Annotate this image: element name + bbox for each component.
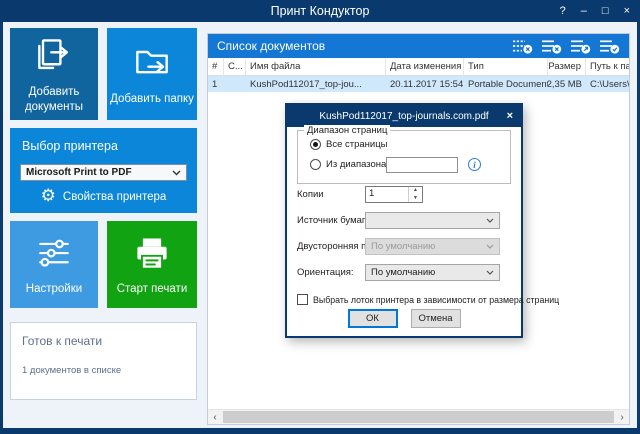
save-list-icon[interactable] bbox=[599, 39, 620, 54]
from-range-radio[interactable]: Из диапазона: bbox=[310, 159, 389, 170]
duplex-value: По умолчанию bbox=[371, 241, 435, 252]
dialog-title: KushPod112017_top-journals.com.pdf bbox=[319, 111, 488, 122]
dialog-titlebar: KushPod112017_top-journals.com.pdf × bbox=[287, 105, 521, 127]
range-input[interactable] bbox=[386, 157, 458, 173]
hide-list-icon[interactable] bbox=[512, 39, 533, 54]
checkbox-unchecked-icon bbox=[297, 294, 308, 305]
info-icon[interactable]: i bbox=[468, 158, 481, 171]
cancel-button[interactable]: Отмена bbox=[411, 309, 461, 328]
row-status bbox=[224, 76, 246, 92]
open-list-icon[interactable] bbox=[570, 39, 591, 54]
all-pages-radio[interactable]: Все страницы bbox=[310, 139, 388, 150]
chevron-down-icon bbox=[172, 170, 181, 176]
row-type: Portable Document F... bbox=[464, 76, 548, 92]
start-print-label: Старт печати bbox=[117, 282, 188, 297]
status-text: Готов к печати bbox=[22, 334, 196, 348]
col-status[interactable]: С... bbox=[224, 58, 246, 75]
paper-source-label: Источник бумаги bbox=[297, 215, 371, 226]
all-pages-label: Все страницы bbox=[326, 139, 388, 150]
scroll-left-icon[interactable]: ‹ bbox=[208, 411, 222, 424]
scrollbar-thumb[interactable] bbox=[223, 411, 614, 423]
spin-down-icon[interactable]: ▼ bbox=[409, 195, 422, 203]
spin-up-icon[interactable]: ▲ bbox=[409, 187, 422, 195]
printer-properties-button[interactable]: ⚙ Свойства принтера bbox=[10, 188, 197, 205]
paper-source-select[interactable] bbox=[365, 212, 500, 229]
table-row[interactable]: 1 KushPod112017_top-jou... 20.11.2017 15… bbox=[208, 76, 629, 92]
page-range-group: Диапазон страниц Все страницы Из диапазо… bbox=[297, 130, 511, 184]
scroll-right-icon[interactable]: › bbox=[615, 411, 629, 424]
table-header: # С... Имя файла Дата изменения Тип Разм… bbox=[208, 58, 629, 76]
tray-checkbox[interactable]: Выбрать лоток принтера в зависимости от … bbox=[297, 294, 559, 305]
minimize-button[interactable]: – bbox=[581, 0, 587, 22]
row-name: KushPod112017_top-jou... bbox=[246, 76, 386, 92]
status-box: Готов к печати 1 документов в списке bbox=[10, 322, 197, 400]
chevron-down-icon bbox=[486, 244, 494, 249]
settings-label: Настройки bbox=[26, 282, 82, 297]
chevron-down-icon bbox=[486, 270, 494, 275]
maximize-button[interactable]: □ bbox=[602, 0, 609, 22]
orientation-label: Ориентация: bbox=[297, 267, 354, 278]
radio-selected-icon bbox=[310, 139, 321, 150]
radio-unselected-icon bbox=[310, 159, 321, 170]
printer-icon bbox=[130, 233, 174, 275]
copies-value: 1 bbox=[366, 187, 408, 202]
row-num: 1 bbox=[208, 76, 224, 92]
add-folder-button[interactable]: Добавить папку bbox=[107, 28, 197, 120]
duplex-select: По умолчанию bbox=[365, 238, 500, 255]
printer-select-value: Microsoft Print to PDF bbox=[26, 167, 132, 178]
col-num[interactable]: # bbox=[208, 58, 224, 75]
chevron-down-icon bbox=[486, 218, 494, 223]
orientation-select[interactable]: По умолчанию bbox=[365, 264, 500, 281]
col-type[interactable]: Тип bbox=[464, 58, 548, 75]
dialog-close-button[interactable]: × bbox=[507, 105, 513, 127]
app-window: Принт Кондуктор ? – □ × Добавить докумен… bbox=[0, 0, 640, 434]
page-range-legend: Диапазон страниц bbox=[304, 125, 390, 136]
col-date[interactable]: Дата изменения bbox=[386, 58, 464, 75]
add-folder-icon bbox=[130, 41, 174, 85]
tray-checkbox-label: Выбрать лоток принтера в зависимости от … bbox=[313, 295, 559, 305]
col-name[interactable]: Имя файла bbox=[246, 58, 386, 75]
add-documents-button[interactable]: Добавить документы bbox=[10, 28, 98, 120]
col-size[interactable]: Размер bbox=[548, 58, 586, 75]
add-documents-label: Добавить документы bbox=[10, 85, 98, 115]
copies-label: Копии bbox=[297, 189, 324, 200]
row-date: 20.11.2017 15:54 bbox=[386, 76, 464, 92]
window-title: Принт Кондуктор bbox=[271, 4, 370, 18]
document-list-header: Список документов bbox=[208, 34, 629, 58]
titlebar: Принт Кондуктор ? – □ × bbox=[0, 0, 640, 22]
add-folder-label: Добавить папку bbox=[110, 92, 194, 107]
main-content: Добавить документы Добавить папку Выбор … bbox=[3, 22, 637, 428]
ok-button[interactable]: ОК bbox=[348, 309, 398, 328]
print-settings-dialog: KushPod112017_top-journals.com.pdf × Диа… bbox=[285, 103, 523, 338]
clear-list-icon[interactable] bbox=[541, 39, 562, 54]
copies-stepper[interactable]: 1 ▲ ▼ bbox=[365, 186, 423, 203]
settings-button[interactable]: Настройки bbox=[10, 221, 98, 308]
add-documents-icon bbox=[32, 34, 76, 78]
printer-properties-label: Свойства принтера bbox=[63, 191, 166, 203]
horizontal-scrollbar[interactable]: ‹ › bbox=[208, 409, 629, 424]
printer-panel-title: Выбор принтера bbox=[22, 139, 197, 153]
row-size: 12,35 MB bbox=[548, 76, 586, 92]
col-path[interactable]: Путь к папке bbox=[586, 58, 629, 75]
row-path: C:\Users\Admin\Desktop\ bbox=[586, 76, 629, 92]
close-button[interactable]: × bbox=[624, 0, 630, 22]
gear-icon: ⚙ bbox=[41, 188, 56, 205]
sliders-icon bbox=[32, 233, 76, 275]
printer-panel: Выбор принтера Microsoft Print to PDF ⚙ … bbox=[10, 128, 197, 213]
help-button[interactable]: ? bbox=[560, 0, 566, 22]
printer-select[interactable]: Microsoft Print to PDF bbox=[20, 164, 187, 181]
status-count: 1 документов в списке bbox=[22, 365, 196, 376]
document-list-title: Список документов bbox=[217, 39, 512, 53]
orientation-value: По умолчанию bbox=[371, 267, 435, 278]
start-print-button[interactable]: Старт печати bbox=[107, 221, 197, 308]
from-range-label: Из диапазона: bbox=[326, 159, 389, 170]
